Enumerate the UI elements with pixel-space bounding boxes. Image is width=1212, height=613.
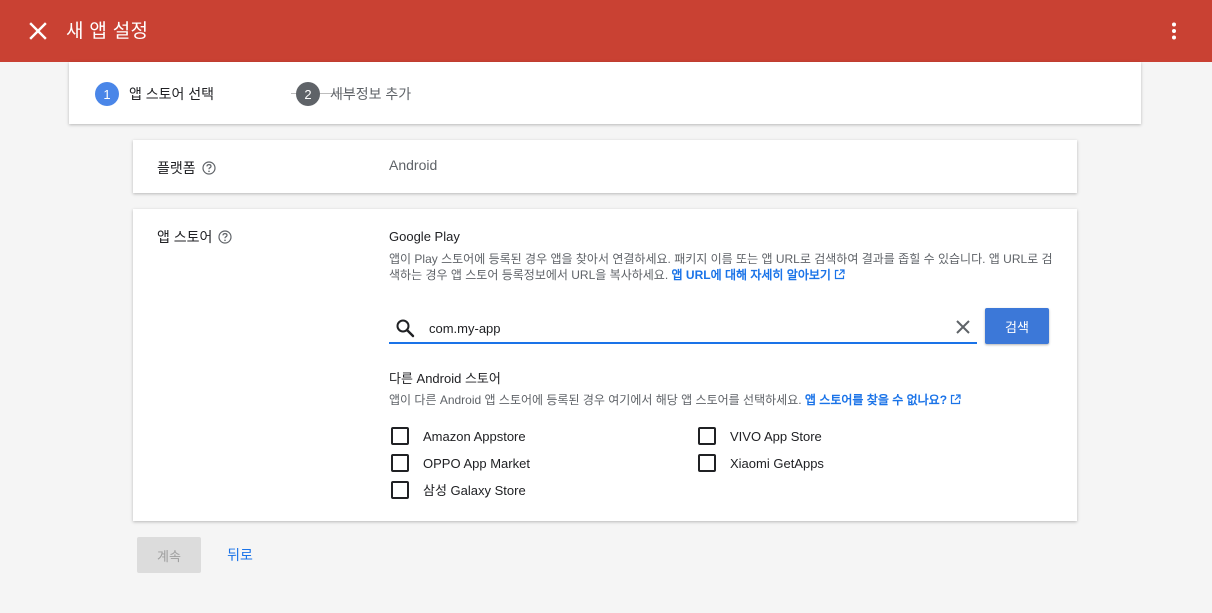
checkbox-label: Amazon Appstore: [423, 428, 526, 444]
checkbox-vivo-app-store[interactable]: VIVO App Store: [698, 427, 822, 445]
step-add-details: 2 세부정보 추가: [296, 82, 411, 106]
learn-app-url-link-text: 앱 URL에 대해 자세히 알아보기: [671, 268, 831, 282]
other-stores-description: 앱이 다른 Android 앱 스토어에 등록된 경우 여기에서 해당 앱 스토…: [389, 391, 961, 408]
checkbox-oppo-app-market[interactable]: OPPO App Market: [391, 454, 530, 472]
help-icon[interactable]: [202, 161, 216, 175]
learn-app-url-link[interactable]: 앱 URL에 대해 자세히 알아보기: [672, 268, 845, 282]
checkbox-box[interactable]: [698, 454, 716, 472]
checkbox-xiaomi-getapps[interactable]: Xiaomi GetApps: [698, 454, 824, 472]
google-play-title: Google Play: [389, 229, 460, 244]
app-store-label: 앱 스토어: [157, 229, 213, 245]
search-input[interactable]: [429, 317, 939, 339]
search-icon: [396, 319, 415, 338]
checkbox-box[interactable]: [391, 427, 409, 445]
open-in-new-icon: [950, 394, 961, 405]
platform-value: Android: [389, 157, 438, 173]
platform-label: 플랫폼: [157, 160, 196, 176]
step-select-store: 1 앱 스토어 선택: [95, 82, 214, 106]
checkbox-amazon-appstore[interactable]: Amazon Appstore: [391, 427, 526, 445]
app-store-row-label: 앱 스토어: [157, 227, 233, 247]
cant-find-store-link[interactable]: 앱 스토어를 찾을 수 없나요?: [805, 393, 961, 407]
help-icon[interactable]: [218, 230, 233, 244]
step-number: 1: [95, 82, 119, 106]
more-options-button[interactable]: [1160, 17, 1188, 45]
stepper: 1 앱 스토어 선택 2 세부정보 추가: [69, 62, 1141, 124]
other-stores-description-text: 앱이 다른 Android 앱 스토어에 등록된 경우 여기에서 해당 앱 스토…: [389, 393, 802, 407]
clear-icon[interactable]: [955, 319, 971, 335]
google-play-description: 앱이 Play 스토어에 등록된 경우 앱을 찾아서 연결하세요. 패키지 이름…: [389, 251, 1055, 283]
checkbox-label: 삼성 Galaxy Store: [423, 483, 526, 498]
more-vert-icon: [1172, 22, 1176, 40]
platform-card: 플랫폼 Android: [133, 140, 1077, 193]
page-title: 새 앱 설정: [66, 21, 149, 42]
checkbox-box[interactable]: [698, 427, 716, 445]
step-label: 세부정보 추가: [330, 86, 412, 102]
back-button[interactable]: 뒤로: [216, 537, 264, 573]
app-store-card: 앱 스토어 Google Play 앱이 Play 스토어에 등록된 경우 앱을…: [133, 209, 1077, 521]
close-icon: [29, 22, 47, 40]
continue-button[interactable]: 계속: [137, 537, 201, 573]
close-button[interactable]: [24, 17, 52, 45]
checkbox-label: Xiaomi GetApps: [730, 455, 824, 471]
checkbox-label: OPPO App Market: [423, 455, 530, 471]
checkbox-box[interactable]: [391, 480, 409, 499]
step-number: 2: [296, 82, 320, 106]
app-header: 새 앱 설정: [0, 0, 1212, 62]
checkbox-label: VIVO App Store: [730, 428, 822, 444]
step-label: 앱 스토어 선택: [129, 86, 215, 102]
other-stores-title: 다른 Android 스토어: [389, 371, 501, 386]
checkbox-samsung-galaxy-store[interactable]: 삼성 Galaxy Store: [391, 480, 526, 499]
checkbox-box[interactable]: [391, 454, 409, 472]
search-field: [389, 311, 977, 344]
search-button[interactable]: 검색: [985, 308, 1049, 344]
open-in-new-icon: [834, 269, 845, 280]
platform-row-label: 플랫폼: [157, 158, 216, 178]
cant-find-store-link-text: 앱 스토어를 찾을 수 없나요?: [804, 393, 948, 407]
